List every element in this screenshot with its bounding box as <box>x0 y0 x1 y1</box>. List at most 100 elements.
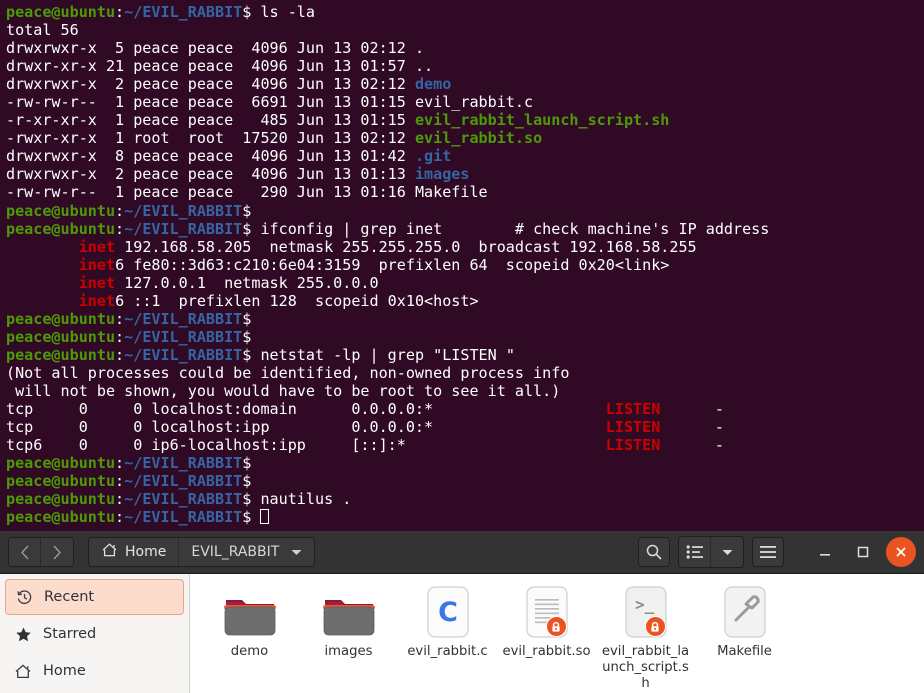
ls-filename: Makefile <box>414 183 488 202</box>
file-item[interactable]: images <box>299 582 398 660</box>
c-file-icon: C <box>426 586 469 638</box>
ls-filename: .. <box>414 57 434 76</box>
terminal-line: -rw-rw-r-- 1 peace peace 290 Jun 13 01:1… <box>6 183 488 202</box>
prompt-user: peace@ubuntu <box>6 472 116 491</box>
prompt-user: peace@ubuntu <box>6 309 116 328</box>
terminal-window[interactable]: peace@ubuntu:~/EVIL_RABBIT$ ls -la total … <box>0 0 924 531</box>
terminal-line: tcp 0 0 localhost:domain 0.0.0.0:* LISTE… <box>6 400 724 419</box>
sidebar-label-starred: Starred <box>43 626 97 642</box>
script-icon[interactable]: >_ <box>624 584 668 638</box>
search-icon[interactable] <box>638 537 670 567</box>
prompt-user: peace@ubuntu <box>6 3 116 21</box>
minimize-button[interactable] <box>810 537 840 567</box>
ls-filename: . <box>414 39 425 58</box>
breadcrumb-item-evil-rabbit[interactable]: EVIL_RABBIT <box>179 538 314 566</box>
terminal-line: peace@ubuntu:~/EVIL_RABBIT$ <box>6 309 252 328</box>
home-icon <box>14 662 32 680</box>
terminal-line: total 56 <box>6 21 79 40</box>
terminal-line: (Not all processes could be identified, … <box>6 363 570 382</box>
file-item[interactable]: evil_rabbit.so <box>497 582 596 660</box>
folder-icon[interactable] <box>222 584 278 638</box>
sidebar-item-home[interactable]: Home <box>5 653 184 689</box>
file-label: evil_rabbit_launch_script.sh <box>601 644 690 691</box>
terminal-line: drwxrwxr-x 2 peace peace 4096 Jun 13 02:… <box>6 75 452 94</box>
terminal-line: inet 192.168.58.205 netmask 255.255.255.… <box>78 237 697 256</box>
prompt-path: ~/EVIL_RABBIT <box>124 490 243 509</box>
terminal-line: tcp6 0 0 ip6-localhost:ipp [::]:* LISTEN… <box>6 436 724 455</box>
terminal-line: peace@ubuntu:~/EVIL_RABBIT$ <box>6 508 918 526</box>
document-icon[interactable] <box>525 584 569 638</box>
back-button[interactable] <box>9 538 41 566</box>
terminal-line: peace@ubuntu:~/EVIL_RABBIT$ nautilus . <box>6 490 352 509</box>
terminal-line: peace@ubuntu:~/EVIL_RABBIT$ <box>6 454 252 473</box>
grep-match-listen: LISTEN <box>605 400 661 419</box>
list-view-icon[interactable] <box>679 537 711 567</box>
maximize-button[interactable] <box>848 537 878 567</box>
folder-icon <box>322 600 375 636</box>
prompt-path: ~/EVIL_RABBIT <box>124 454 243 473</box>
sidebar-label-recent: Recent <box>44 589 95 605</box>
prompt-path: ~/EVIL_RABBIT <box>124 3 243 21</box>
lock-emblem-icon <box>644 616 666 637</box>
terminal-line: peace@ubuntu:~/EVIL_RABBIT$ <box>6 201 252 220</box>
c-file-icon[interactable]: C <box>426 584 470 638</box>
breadcrumb-label-evil-rabbit: EVIL_RABBIT <box>191 544 280 560</box>
prompt-path: ~/EVIL_RABBIT <box>124 309 243 328</box>
prompt-user: peace@ubuntu <box>6 327 116 346</box>
ls-filename: images <box>414 165 470 184</box>
ls-filename: .git <box>414 147 452 166</box>
prompt-user: peace@ubuntu <box>6 219 116 238</box>
prompt-user: peace@ubuntu <box>6 345 116 364</box>
grep-match: inet <box>78 255 116 274</box>
prompt-path: ~/EVIL_RABBIT <box>124 345 243 364</box>
lock-emblem-icon <box>545 616 567 637</box>
prompt-path: ~/EVIL_RABBIT <box>124 219 243 238</box>
hamburger-menu-icon[interactable] <box>752 537 784 567</box>
nautilus-file-manager-window[interactable]: Home EVIL_RABBIT Recent Starred Home dem… <box>0 531 924 693</box>
nautilus-body: Recent Starred Home demo images C evil_r… <box>0 574 924 693</box>
ls-filename: evil_rabbit.so <box>414 129 543 148</box>
file-label: demo <box>230 644 269 659</box>
file-grid[interactable]: demo images Cevil_rabbit.c evil_rabbit.so >_… <box>190 574 924 693</box>
sidebar-item-recent[interactable]: Recent <box>5 579 184 615</box>
terminal-line: tcp 0 0 localhost:ipp 0.0.0.0:* LISTEN - <box>6 418 724 437</box>
file-label: evil_rabbit.so <box>502 644 591 659</box>
view-dropdown-chevron-down-icon[interactable] <box>711 537 743 567</box>
hammer-icon[interactable] <box>723 584 767 638</box>
file-label: images <box>324 644 373 659</box>
terminal-line: will not be shown, you would have to be … <box>6 381 561 400</box>
ls-filename: evil_rabbit.c <box>414 93 534 112</box>
terminal-line: -r-xr-xr-x 1 peace peace 485 Jun 13 01:1… <box>6 111 670 130</box>
sidebar-item-starred[interactable]: Starred <box>5 616 184 652</box>
file-item[interactable]: >_ evil_rabbit_launch_script.sh <box>596 582 695 692</box>
terminal-line: inet6 ::1 prefixlen 128 scopeid 0x10<hos… <box>78 291 479 310</box>
grep-match: inet <box>78 273 116 292</box>
prompt-path: ~/EVIL_RABBIT <box>124 327 243 346</box>
terminal-line: peace@ubuntu:~/EVIL_RABBIT$ netstat -lp … <box>6 345 515 364</box>
breadcrumb-label-home: Home <box>125 544 167 560</box>
terminal-cursor <box>260 509 269 525</box>
grep-match-listen: LISTEN <box>605 418 661 437</box>
terminal-line: peace@ubuntu:~/EVIL_RABBIT$ <box>6 327 252 346</box>
ls-filename: evil_rabbit_launch_script.sh <box>414 111 670 130</box>
folder-icon <box>223 600 276 636</box>
prompt-user: peace@ubuntu <box>6 454 116 473</box>
chevron-down-icon[interactable] <box>291 544 302 560</box>
file-item[interactable]: demo <box>200 582 299 660</box>
sidebar-label-home: Home <box>43 663 86 679</box>
breadcrumb: Home EVIL_RABBIT <box>88 537 316 567</box>
forward-button[interactable] <box>41 538 73 566</box>
file-item[interactable]: Cevil_rabbit.c <box>398 582 497 660</box>
terminal-line: peace@ubuntu:~/EVIL_RABBIT$ ifconfig | g… <box>6 219 770 238</box>
grep-match: inet <box>78 237 116 256</box>
file-item[interactable]: Makefile <box>695 582 794 660</box>
prompt-user: peace@ubuntu <box>6 508 116 527</box>
close-button[interactable] <box>886 537 916 567</box>
terminal-line: peace@ubuntu:~/EVIL_RABBIT$ ls -la <box>6 3 315 21</box>
folder-icon[interactable] <box>321 584 377 638</box>
breadcrumb-item-home[interactable]: Home <box>89 538 178 566</box>
terminal-line: inet 127.0.0.1 netmask 255.0.0.0 <box>78 273 379 292</box>
view-mode-control <box>678 536 744 568</box>
file-label: Makefile <box>717 644 772 659</box>
grep-match: inet <box>78 291 116 310</box>
